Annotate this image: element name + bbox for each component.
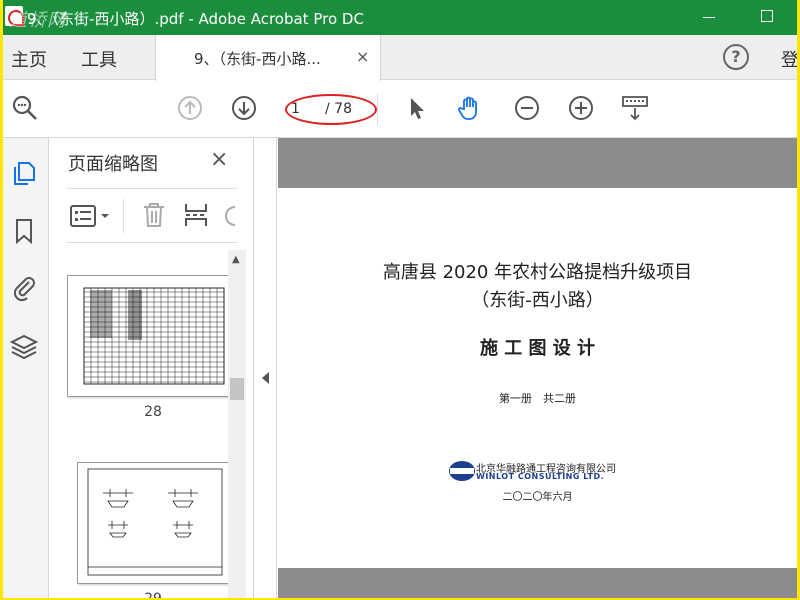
minimize-button[interactable]	[703, 17, 715, 18]
tool-divider	[123, 199, 124, 233]
doc-design-title: 施 工 图 设 计	[479, 338, 596, 359]
thumbnail-page-number: 29	[133, 591, 173, 598]
hand-tool-icon[interactable]	[456, 94, 484, 122]
delete-icon[interactable]	[141, 201, 167, 229]
doc-project-title: 高唐县 2020 年农村公路提档升级项目	[382, 262, 693, 283]
keyboard-scroll-icon[interactable]	[621, 94, 649, 122]
panel-close-icon[interactable]: ×	[210, 147, 228, 172]
page-down-icon[interactable]	[230, 94, 258, 122]
doc-volume: 第一册 共二册	[499, 392, 576, 405]
scrollbar-thumb[interactable]	[230, 378, 244, 400]
tab-tools[interactable]: 工具	[81, 46, 117, 72]
thumbnail-table-image	[83, 287, 225, 385]
zoom-in-icon[interactable]	[567, 94, 595, 122]
panel-title: 页面缩略图	[68, 154, 158, 175]
login-button[interactable]: 登	[781, 46, 797, 72]
tab-bar: 主页 工具 9、（东街-西小路... × ? 登	[3, 35, 797, 81]
title-bar: 9、（东街-西小路）.pdf - Adobe Acrobat Pro DC 道桥…	[3, 0, 797, 35]
page-thumbnail[interactable]	[67, 275, 229, 397]
tab-document-label: 9、（东街-西小路...	[194, 50, 321, 68]
window-title: 9、（东街-西小路）.pdf - Adobe Acrobat Pro DC	[27, 10, 364, 28]
tab-close-icon[interactable]: ×	[356, 47, 369, 66]
thumbnail-drawing-image	[87, 468, 223, 576]
rotate-icon[interactable]	[221, 201, 237, 229]
watermark: 道桥网	[9, 10, 66, 31]
toolbar: 1 / 78	[3, 81, 797, 138]
company-seal-icon	[449, 461, 475, 481]
scroll-up-icon[interactable]: ▲	[232, 254, 240, 265]
page-thumbnail[interactable]	[77, 462, 229, 584]
doc-project-subtitle: （东街-西小路）	[471, 290, 604, 311]
app-window: 9、（东街-西小路）.pdf - Adobe Acrobat Pro DC 道桥…	[3, 0, 797, 598]
layers-icon[interactable]	[9, 332, 39, 362]
annotation-ellipse	[285, 94, 377, 125]
tab-document[interactable]: 9、（东街-西小路... ×	[155, 35, 381, 81]
company-logo: 北京华融路通工程咨询有限公司 WINLOT CONSULTING LTD.	[448, 460, 648, 490]
doc-date: 二〇二〇年六月	[502, 492, 573, 503]
thumbnail-panel: 页面缩略图 × 28 ▲	[50, 138, 254, 598]
bookmark-icon[interactable]	[9, 216, 39, 246]
document-viewport[interactable]: 高唐县 2020 年农村公路提档升级项目 （东街-西小路） 施 工 图 设 计 …	[278, 138, 797, 598]
pdf-page: 高唐县 2020 年农村公路提档升级项目 （东街-西小路） 施 工 图 设 计 …	[278, 188, 797, 568]
thumbnail-toolbar	[67, 188, 237, 243]
collapse-arrow-icon[interactable]	[262, 372, 269, 384]
company-name-en: WINLOT CONSULTING LTD.	[476, 472, 605, 481]
thumbnail-scrollbar[interactable]: ▲	[228, 250, 246, 598]
zoom-out-icon[interactable]	[513, 94, 541, 122]
help-icon[interactable]: ?	[723, 44, 749, 70]
toolbar-divider	[377, 93, 378, 125]
attachment-icon[interactable]	[9, 272, 39, 302]
options-menu-icon[interactable]	[69, 203, 113, 229]
select-cursor-icon[interactable]	[403, 94, 431, 122]
page-up-icon[interactable]	[176, 94, 204, 122]
thumbnail-page-number: 28	[144, 404, 162, 420]
panel-collapse-strip[interactable]	[255, 138, 277, 598]
tab-home[interactable]: 主页	[11, 46, 47, 72]
pages-icon[interactable]	[9, 158, 39, 188]
insert-page-icon[interactable]	[183, 201, 209, 229]
navigation-rail	[3, 138, 49, 598]
maximize-button[interactable]	[761, 10, 773, 22]
zoom-search-icon[interactable]	[11, 94, 39, 122]
